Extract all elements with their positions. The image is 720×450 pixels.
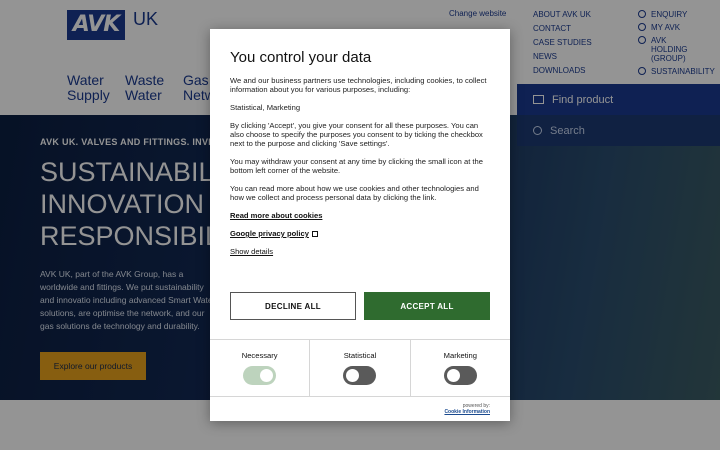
toggle-knob: [346, 369, 360, 382]
cookie-accept-text: By clicking 'Accept', you give your cons…: [230, 121, 483, 148]
consent-marketing: Marketing: [411, 340, 510, 396]
cookie-intro-text: We and our business partners use technol…: [230, 76, 487, 94]
consent-necessary-label: Necessary: [241, 351, 278, 360]
consent-statistical-label: Statistical: [343, 351, 377, 360]
show-details-link[interactable]: Show details: [230, 247, 490, 256]
consent-statistical: Statistical: [310, 340, 411, 396]
cookie-dialog-body: You control your data We and our busines…: [210, 29, 510, 275]
cookie-readmore-text: You can read more about how we use cooki…: [230, 184, 479, 202]
consent-toggles: Necessary Statistical Marketing: [210, 339, 510, 397]
decline-all-button[interactable]: DECLINE ALL: [230, 292, 356, 320]
google-privacy-policy-link[interactable]: Google privacy policy: [230, 229, 490, 238]
powered-by: powered by: Cookie Information: [444, 403, 490, 415]
marketing-toggle[interactable]: [443, 366, 477, 385]
cookie-purposes-text: Statistical, Marketing: [230, 103, 301, 112]
necessary-toggle: [243, 366, 277, 385]
google-privacy-policy-label: Google privacy policy: [230, 229, 309, 238]
accept-all-button[interactable]: ACCEPT ALL: [364, 292, 490, 320]
external-link-icon: [311, 231, 318, 237]
cookie-information-link[interactable]: Cookie Information: [444, 409, 490, 415]
cookie-button-row: DECLINE ALL ACCEPT ALL: [230, 292, 490, 320]
cookie-withdraw-text: You may withdraw your consent at any tim…: [230, 157, 483, 175]
toggle-knob: [260, 369, 274, 382]
toggle-knob: [446, 369, 460, 382]
consent-marketing-label: Marketing: [443, 351, 477, 360]
read-more-cookies-link[interactable]: Read more about cookies: [230, 211, 490, 220]
cookie-consent-dialog: You control your data We and our busines…: [210, 29, 510, 421]
cookie-dialog-title: You control your data: [230, 49, 372, 66]
consent-necessary: Necessary: [210, 340, 311, 396]
statistical-toggle[interactable]: [343, 366, 377, 385]
